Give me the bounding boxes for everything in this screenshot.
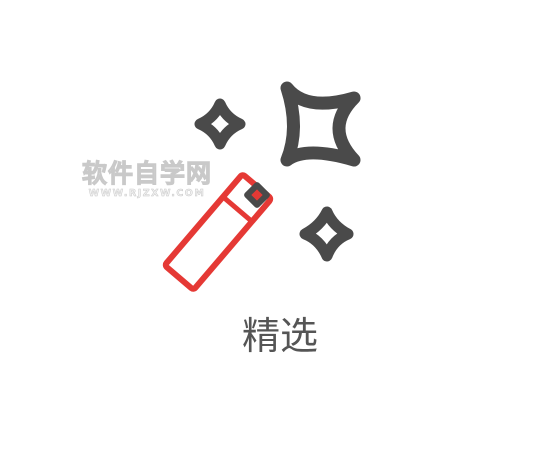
icon-canvas: 软件自学网 WWW.RJZXW.COM 精选 (0, 0, 552, 454)
lower-star-icon (299, 206, 354, 262)
small-star-icon (194, 98, 246, 150)
large-star-icon (280, 81, 361, 167)
magic-wand-sparkles-icon (162, 81, 361, 292)
icon-caption: 精选 (241, 314, 318, 358)
